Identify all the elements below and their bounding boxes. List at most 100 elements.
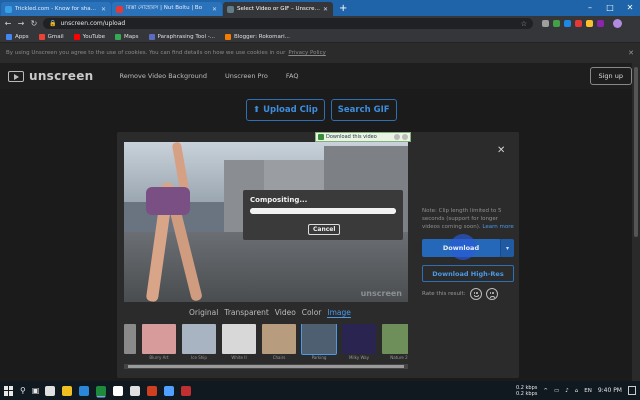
back-arrow-icon[interactable]: ← [4,19,12,28]
extension-icon[interactable] [586,20,593,27]
unscreen-logo[interactable]: unscreen [8,69,93,83]
download-button[interactable]: Download [422,234,500,260]
download-sidebar: Note: Clip length limited to 5 seconds (… [422,207,514,300]
taskbar-app-icon[interactable] [147,385,158,396]
background-thumbnail[interactable]: White II [222,324,256,360]
background-thumbnail[interactable]: Nature 2 [382,324,408,360]
thumbnail-scrollbar[interactable] [124,364,408,369]
network-icon[interactable]: ⌂ [575,388,579,394]
close-icon[interactable]: ✕ [628,49,634,57]
close-icon[interactable]: ✕ [497,145,505,156]
tab-video[interactable]: Video [275,308,296,318]
url-text: unscreen.com/upload [60,20,126,27]
sign-up-button[interactable]: Sign up [589,67,632,85]
background-thumbnail[interactable]: Blurry Art [142,324,176,360]
bookmark-star-icon[interactable]: ☆ [521,20,527,28]
taskbar-app-icon[interactable] [164,385,175,396]
download-this-video-badge[interactable]: Download this video [315,132,411,142]
close-window-button[interactable]: ✕ [620,0,640,16]
volume-icon[interactable]: ♪ [565,388,569,394]
tab-title: রিক্সা নোহেরিস | Nut Boltu | Bo [126,5,203,11]
maximize-button[interactable]: □ [600,0,620,16]
taskbar-app-icon[interactable] [130,385,141,396]
task-view-icon[interactable]: ▣ [32,386,40,395]
sad-face-icon[interactable] [485,288,498,300]
help-icon[interactable] [394,134,400,140]
minimize-button[interactable]: – [580,0,600,16]
taskbar-app-icon[interactable] [79,385,90,396]
compositing-progress-bar [250,208,396,214]
taskbar-app-icon[interactable] [181,385,192,396]
nav-remove-video-background[interactable]: Remove Video Background [119,72,207,80]
close-tab-icon[interactable]: ✕ [101,6,107,13]
extension-icon[interactable] [597,20,604,27]
tab-image[interactable]: Image [327,308,351,318]
background-thumbnail[interactable]: Ice Ship [182,324,216,360]
scrollbar-thumb[interactable] [634,67,638,237]
unscreen-watermark: unscreen [360,289,402,298]
tab-color[interactable]: Color [302,308,322,318]
thumbnail-caption: White II [231,355,247,360]
download-high-res-button[interactable]: Download High-Res [422,265,514,282]
browser-tab[interactable]: Select Video or GIF – Unscreen ✕ [223,2,333,16]
thumbnail-caption: Ice Ship [191,355,207,360]
taskbar-app-icon[interactable] [62,385,73,396]
profile-avatar[interactable] [613,19,622,28]
upload-icon: ⬆ [253,105,261,115]
taskbar-app-icon[interactable] [113,385,124,396]
bookmark-favicon-icon [115,33,122,40]
background-thumbnail[interactable]: Chairs [262,324,296,360]
bookmark-item[interactable]: YouTube [73,33,105,40]
language-indicator[interactable]: EN [584,388,592,394]
close-tab-icon[interactable]: ✕ [212,6,218,13]
reload-icon[interactable]: ↻ [30,19,38,28]
settings-icon[interactable] [402,134,408,140]
taskbar-app-icon[interactable] [96,385,107,396]
bookmark-item[interactable]: Paraphrasing Tool -... [148,33,215,40]
download-options-chevron-down-icon[interactable]: ▾ [500,239,514,257]
bookmark-item[interactable]: Apps [6,33,29,40]
extension-icon[interactable] [553,20,560,27]
bookmark-item[interactable]: Blogger: Rokomari... [225,33,290,40]
thumbnail-caption: Blurry Art [149,355,169,360]
taskbar-app-icon[interactable] [45,385,56,396]
logo-icon [8,70,24,82]
clock[interactable]: 9:40 PM [598,387,622,394]
cancel-button[interactable]: Cancel [308,224,341,235]
background-thumbnail[interactable] [124,324,136,354]
bookmark-favicon-icon [148,33,155,40]
extension-icon[interactable] [542,20,549,27]
notifications-icon[interactable] [628,386,636,395]
happy-face-icon[interactable] [469,288,482,300]
tray-up-arrow-icon[interactable]: ^ [543,388,548,394]
close-tab-icon[interactable]: ✕ [323,6,329,13]
extension-icon[interactable] [564,20,571,27]
nav-faq[interactable]: FAQ [286,72,299,80]
bookmark-label: Blogger: Rokomari... [234,33,290,40]
search-icon[interactable]: ⚲ [20,386,26,395]
learn-more-link[interactable]: Learn more [482,224,513,230]
screen: Trickled.com - Know for sharing ✕ রিক্সা ন… [0,0,640,400]
nav-unscreen-pro[interactable]: Unscreen Pro [225,72,268,80]
bookmark-item[interactable]: Gmail [38,33,64,40]
thumbnail-scrollbar-thumb[interactable] [128,365,404,368]
upload-clip-button[interactable]: ⬆ Upload Clip [246,99,325,121]
privacy-policy-link[interactable]: Privacy Policy [288,50,325,56]
battery-icon[interactable]: ▭ [554,388,559,394]
browser-tab[interactable]: Trickled.com - Know for sharing ✕ [1,2,111,16]
extension-icon[interactable] [575,20,582,27]
windows-start-icon[interactable] [4,385,14,396]
cookie-text: By using Unscreen you agree to the use o… [6,50,286,56]
bookmark-item[interactable]: Maps [115,33,139,40]
url-input[interactable]: 🔒 unscreen.com/upload ☆ [43,18,533,29]
page-scrollbar[interactable] [632,63,640,381]
forward-arrow-icon[interactable]: → [17,19,25,28]
bookmark-favicon-icon [6,33,12,40]
tab-original[interactable]: Original [189,308,218,318]
tab-transparent[interactable]: Transparent [224,308,268,318]
new-tab-button[interactable]: + [339,2,347,16]
background-thumbnail[interactable]: Parking [301,324,337,360]
background-thumbnail[interactable]: Milky Way [342,324,376,360]
search-gif-button[interactable]: Search GIF [330,99,397,121]
browser-tab[interactable]: রিক্সা নোহেরিস | Nut Boltu | Bo ✕ [112,2,222,16]
